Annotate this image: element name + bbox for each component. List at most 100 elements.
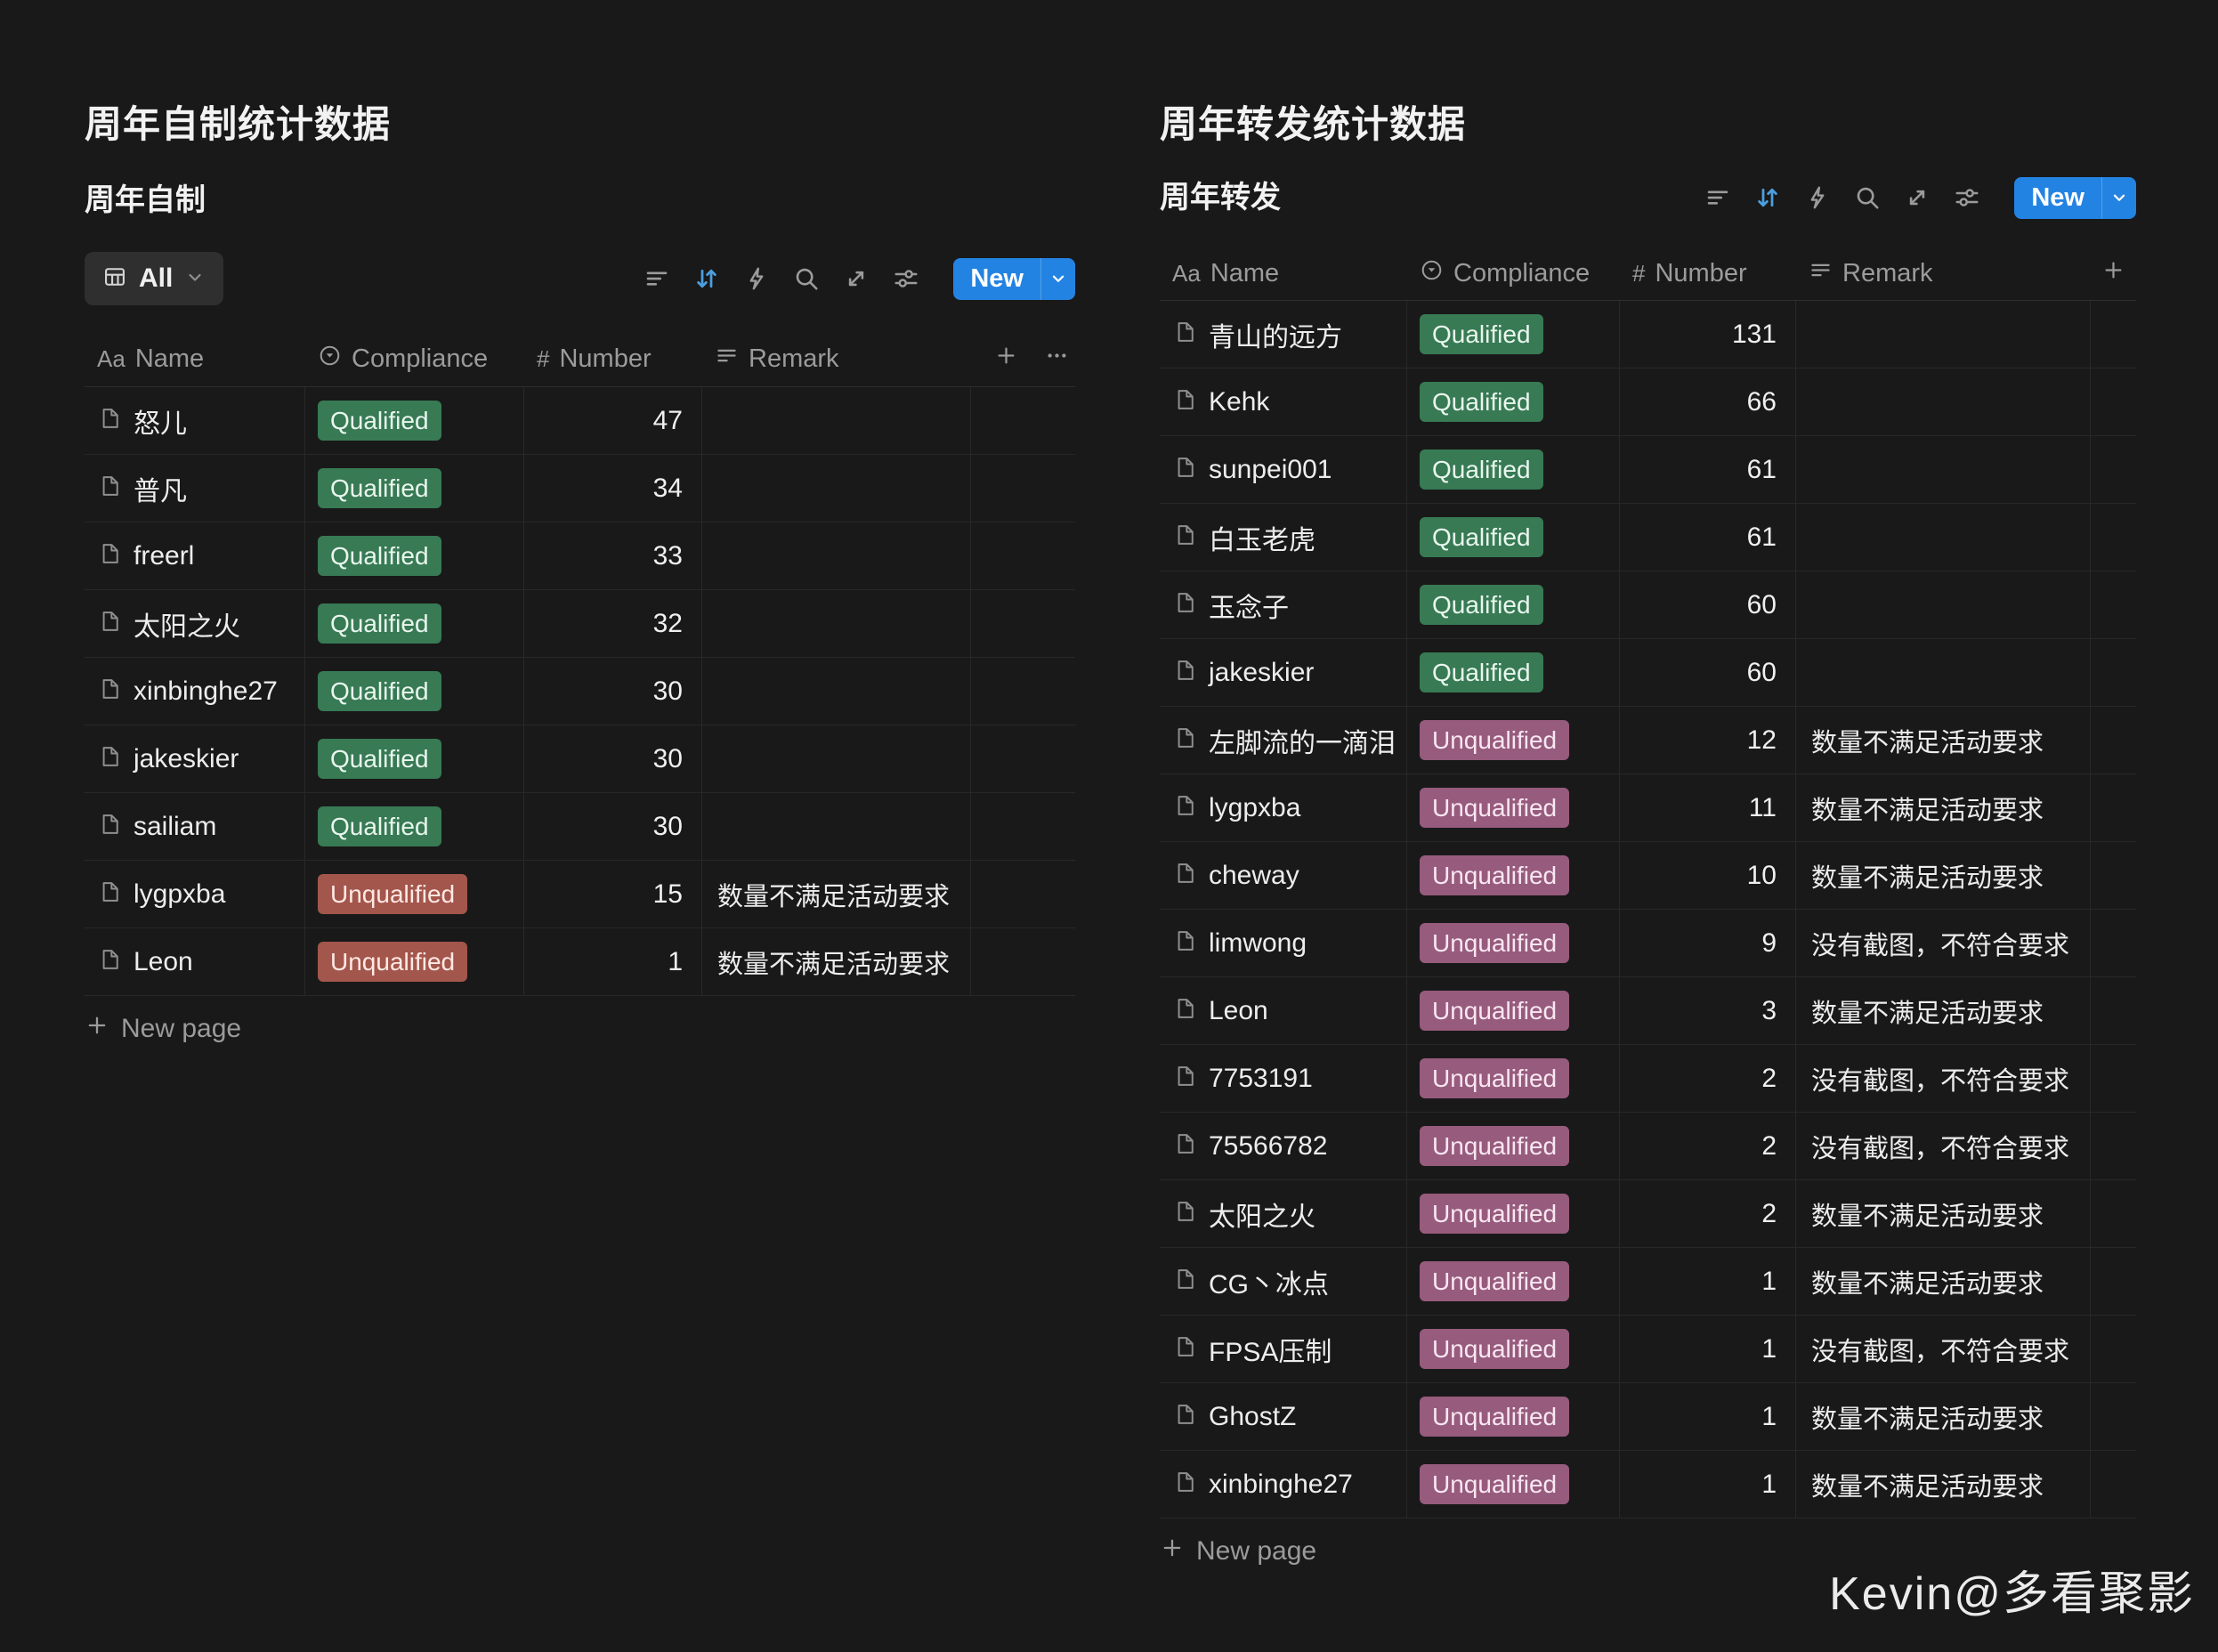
- compliance-badge[interactable]: Qualified: [1420, 517, 1543, 557]
- name-cell[interactable]: 左脚流的一滴泪: [1160, 707, 1407, 773]
- compliance-cell[interactable]: Unqualified: [1407, 1045, 1620, 1112]
- compliance-badge[interactable]: Qualified: [318, 401, 441, 441]
- table-row[interactable]: 青山的远方 Qualified 131: [1160, 301, 2136, 368]
- compliance-cell[interactable]: Qualified: [1407, 301, 1620, 368]
- compliance-badge[interactable]: Qualified: [1420, 314, 1543, 354]
- row-number[interactable]: 60: [1620, 639, 1796, 706]
- row-number[interactable]: 61: [1620, 436, 1796, 503]
- compliance-badge[interactable]: Qualified: [1420, 585, 1543, 625]
- row-remark[interactable]: 数量不满足活动要求: [1796, 1383, 2091, 1450]
- row-remark[interactable]: 数量不满足活动要求: [1796, 707, 2091, 773]
- row-remark[interactable]: 没有截图，不符合要求: [1796, 1316, 2091, 1382]
- compliance-cell[interactable]: Unqualified: [1407, 1180, 1620, 1247]
- compliance-cell[interactable]: Qualified: [1407, 504, 1620, 571]
- row-remark[interactable]: [1796, 571, 2091, 638]
- name-cell[interactable]: 怒儿: [85, 387, 305, 454]
- row-number[interactable]: 3: [1620, 977, 1796, 1044]
- new-button-label[interactable]: New: [953, 258, 1040, 300]
- compliance-cell[interactable]: Unqualified: [1407, 1316, 1620, 1382]
- compliance-cell[interactable]: Unqualified: [1407, 1451, 1620, 1518]
- row-remark[interactable]: [702, 793, 971, 860]
- lightning-icon[interactable]: [1804, 184, 1831, 211]
- row-remark[interactable]: [702, 590, 971, 657]
- column-header-remark[interactable]: Remark: [702, 332, 971, 386]
- name-cell[interactable]: lygpxba: [1160, 774, 1407, 841]
- row-number[interactable]: 32: [524, 590, 702, 657]
- row-number[interactable]: 30: [524, 793, 702, 860]
- row-number[interactable]: 2: [1620, 1045, 1796, 1112]
- name-cell[interactable]: xinbinghe27: [85, 658, 305, 725]
- compliance-badge[interactable]: Unqualified: [1420, 720, 1569, 760]
- name-cell[interactable]: sailiam: [85, 793, 305, 860]
- compliance-cell[interactable]: Qualified: [305, 522, 524, 589]
- table-row[interactable]: 普凡 Qualified 34: [85, 455, 1075, 522]
- new-button-label[interactable]: New: [2014, 177, 2101, 219]
- table-row[interactable]: freerl Qualified 33: [85, 522, 1075, 590]
- row-name[interactable]: 怒儿: [134, 401, 187, 441]
- row-number[interactable]: 33: [524, 522, 702, 589]
- column-header-name[interactable]: Aa Name: [1160, 247, 1407, 300]
- row-name[interactable]: 太阳之火: [134, 604, 240, 644]
- name-cell[interactable]: cheway: [1160, 842, 1407, 909]
- compliance-cell[interactable]: Qualified: [305, 725, 524, 792]
- table-row[interactable]: 玉念子 Qualified 60: [1160, 571, 2136, 639]
- row-remark[interactable]: [702, 455, 971, 522]
- table-row[interactable]: Leon Unqualified 3 数量不满足活动要求: [1160, 977, 2136, 1045]
- row-remark[interactable]: 数量不满足活动要求: [1796, 1248, 2091, 1315]
- row-number[interactable]: 1: [1620, 1451, 1796, 1518]
- compliance-badge[interactable]: Unqualified: [1420, 1261, 1569, 1301]
- row-remark[interactable]: 数量不满足活动要求: [1796, 842, 2091, 909]
- row-name[interactable]: Leon: [1209, 996, 1268, 1026]
- name-cell[interactable]: GhostZ: [1160, 1383, 1407, 1450]
- compliance-badge[interactable]: Qualified: [1420, 382, 1543, 422]
- compliance-badge[interactable]: Unqualified: [1420, 1194, 1569, 1234]
- row-name[interactable]: jakeskier: [134, 744, 239, 774]
- new-button[interactable]: New: [2014, 177, 2136, 219]
- compliance-badge[interactable]: Unqualified: [1420, 1397, 1569, 1437]
- row-number[interactable]: 66: [1620, 368, 1796, 435]
- column-header-name[interactable]: Aa Name: [85, 332, 305, 386]
- compliance-badge[interactable]: Unqualified: [1420, 991, 1569, 1031]
- compliance-cell[interactable]: Unqualified: [1407, 1248, 1620, 1315]
- compliance-badge[interactable]: Qualified: [318, 536, 441, 576]
- compliance-badge[interactable]: Unqualified: [1420, 788, 1569, 828]
- row-name[interactable]: xinbinghe27: [1209, 1470, 1353, 1500]
- table-row[interactable]: sailiam Qualified 30: [85, 793, 1075, 861]
- compliance-badge[interactable]: Unqualified: [1420, 1464, 1569, 1504]
- table-row[interactable]: 左脚流的一滴泪 Unqualified 12 数量不满足活动要求: [1160, 707, 2136, 774]
- compliance-badge[interactable]: Unqualified: [318, 942, 467, 982]
- row-name[interactable]: limwong: [1209, 928, 1307, 959]
- row-number[interactable]: 1: [524, 928, 702, 995]
- compliance-cell[interactable]: Qualified: [305, 793, 524, 860]
- new-button[interactable]: New: [953, 258, 1075, 300]
- compliance-badge[interactable]: Qualified: [318, 671, 441, 711]
- row-name[interactable]: 7753191: [1209, 1064, 1313, 1094]
- row-number[interactable]: 1: [1620, 1316, 1796, 1382]
- column-header-number[interactable]: # Number: [524, 332, 702, 386]
- expand-icon[interactable]: [843, 265, 870, 292]
- compliance-badge[interactable]: Qualified: [1420, 652, 1543, 692]
- compliance-badge[interactable]: Qualified: [318, 468, 441, 508]
- compliance-badge[interactable]: Qualified: [318, 806, 441, 846]
- row-remark[interactable]: [1796, 301, 2091, 368]
- table-row[interactable]: 白玉老虎 Qualified 61: [1160, 504, 2136, 571]
- row-remark[interactable]: 数量不满足活动要求: [702, 861, 971, 927]
- row-number[interactable]: 15: [524, 861, 702, 927]
- table-row[interactable]: xinbinghe27 Unqualified 1 数量不满足活动要求: [1160, 1451, 2136, 1518]
- column-header-compliance[interactable]: Compliance: [305, 332, 524, 386]
- compliance-cell[interactable]: Qualified: [305, 455, 524, 522]
- name-cell[interactable]: 白玉老虎: [1160, 504, 1407, 571]
- row-name[interactable]: lygpxba: [1209, 793, 1300, 823]
- table-row[interactable]: xinbinghe27 Qualified 30: [85, 658, 1075, 725]
- compliance-cell[interactable]: Qualified: [1407, 571, 1620, 638]
- row-number[interactable]: 10: [1620, 842, 1796, 909]
- compliance-cell[interactable]: Qualified: [1407, 368, 1620, 435]
- name-cell[interactable]: 太阳之火: [1160, 1180, 1407, 1247]
- row-remark[interactable]: 数量不满足活动要求: [1796, 1451, 2091, 1518]
- name-cell[interactable]: 7753191: [1160, 1045, 1407, 1112]
- name-cell[interactable]: limwong: [1160, 910, 1407, 976]
- row-remark[interactable]: [1796, 639, 2091, 706]
- row-name[interactable]: freerl: [134, 541, 194, 571]
- name-cell[interactable]: 青山的远方: [1160, 301, 1407, 368]
- table-row[interactable]: Kehk Qualified 66: [1160, 368, 2136, 436]
